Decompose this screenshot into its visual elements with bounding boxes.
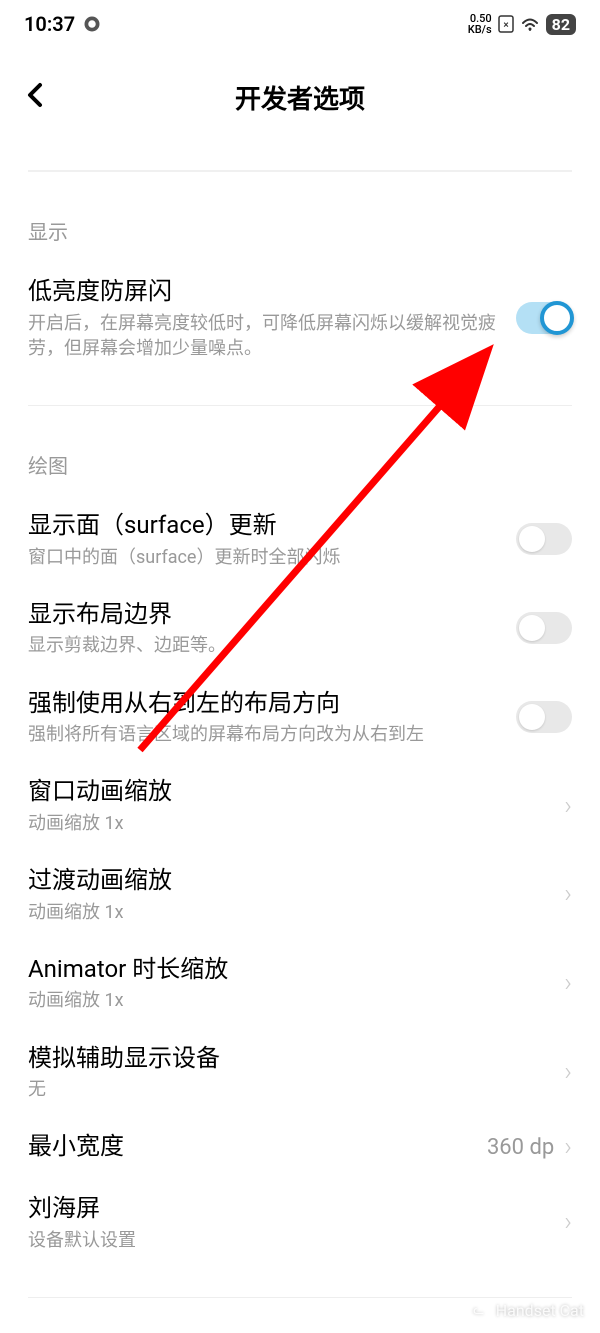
setting-value-group: 360 dp › [487,1132,572,1162]
setting-title: 显示布局边界 [28,598,500,632]
setting-window-animation[interactable]: 窗口动画缩放 动画缩放 1x › [28,761,572,850]
setting-title: 窗口动画缩放 [28,775,548,809]
setting-text: 最小宽度 [28,1130,471,1164]
sim-icon: × [498,15,514,33]
section-display-label: 显示 [28,216,572,245]
status-left: 10:37 [24,12,101,36]
watermark: ᓚ Handset Cat [468,1299,584,1321]
status-time: 10:37 [24,12,75,36]
setting-layout-bounds[interactable]: 显示布局边界 显示剪裁边界、边距等。 [28,584,572,673]
setting-title: 刘海屏 [28,1192,548,1226]
setting-desc: 开启后，在屏幕亮度较低时，可降低屏幕闪烁以缓解视觉疲劳，但屏幕会增加少量噪点。 [28,311,500,361]
setting-title: 低亮度防屏闪 [28,275,500,309]
setting-title: 最小宽度 [28,1130,471,1164]
setting-title: 过渡动画缩放 [28,864,548,898]
svg-text:×: × [503,20,508,31]
network-speed: 0.50 KB/s [468,13,492,35]
setting-title: Animator 时长缩放 [28,953,548,987]
setting-text: 显示布局边界 显示剪裁边界、边距等。 [28,598,500,659]
setting-text: 过渡动画缩放 动画缩放 1x [28,864,548,925]
section-drawing-label: 绘图 [28,450,572,479]
setting-text: 低亮度防屏闪 开启后，在屏幕亮度较低时，可降低屏幕闪烁以缓解视觉疲劳，但屏幕会增… [28,275,500,361]
chevron-right-icon: › [564,968,572,998]
settings-content: 显示 低亮度防屏闪 开启后，在屏幕亮度较低时，可降低屏幕闪烁以缓解视觉疲劳，但屏… [0,170,600,1298]
toggle-knob [519,526,545,552]
setting-title: 模拟辅助显示设备 [28,1042,548,1076]
setting-title: 强制使用从右到左的布局方向 [28,687,500,721]
setting-desc: 动画缩放 1x [28,988,548,1013]
setting-notch[interactable]: 刘海屏 设备默认设置 › [28,1178,572,1267]
min-width-value: 360 dp [487,1135,554,1160]
divider [28,405,572,406]
setting-desc: 窗口中的面（surface）更新时全部闪烁 [28,545,500,570]
chevron-right-icon: › [564,1207,572,1237]
setting-text: 模拟辅助显示设备 无 [28,1042,548,1103]
chevron-right-icon: › [564,1132,572,1162]
battery-indicator: 82 [546,14,576,35]
setting-text: 刘海屏 设备默认设置 [28,1192,548,1253]
page-header: 开发者选项 [0,48,600,148]
status-bar: 10:37 0.50 KB/s × 82 [0,0,600,48]
setting-simulate-display[interactable]: 模拟辅助显示设备 无 › [28,1028,572,1117]
setting-text: 强制使用从右到左的布局方向 强制将所有语言区域的屏幕布局方向改为从右到左 [28,687,500,748]
setting-text: Animator 时长缩放 动画缩放 1x [28,953,548,1014]
chevron-right-icon: › [564,879,572,909]
toggle-layout-bounds[interactable] [516,612,572,644]
back-button[interactable] [24,79,46,117]
setting-text: 显示面（surface）更新 窗口中的面（surface）更新时全部闪烁 [28,509,500,570]
cat-icon: ᓚ [468,1299,490,1321]
setting-desc: 强制将所有语言区域的屏幕布局方向改为从右到左 [28,722,500,747]
setting-text: 窗口动画缩放 动画缩放 1x [28,775,548,836]
setting-title: 显示面（surface）更新 [28,509,500,543]
page-title: 开发者选项 [24,79,576,116]
setting-desc: 无 [28,1077,548,1102]
chevron-right-icon: › [564,791,572,821]
toggle-surface-updates[interactable] [516,523,572,555]
toggle-knob [519,704,545,730]
toggle-knob [540,301,574,335]
setting-desc: 动画缩放 1x [28,811,548,836]
setting-rtl-layout[interactable]: 强制使用从右到左的布局方向 强制将所有语言区域的屏幕布局方向改为从右到左 [28,673,572,762]
setting-transition-animation[interactable]: 过渡动画缩放 动画缩放 1x › [28,850,572,939]
chevron-right-icon: › [564,1057,572,1087]
browser-icon [83,15,101,33]
toggle-knob [519,615,545,641]
setting-desc: 设备默认设置 [28,1228,548,1253]
status-right: 0.50 KB/s × 82 [468,13,576,35]
setting-min-width[interactable]: 最小宽度 360 dp › [28,1116,572,1178]
watermark-text: Handset Cat [496,1301,584,1320]
setting-animator-scale[interactable]: Animator 时长缩放 动画缩放 1x › [28,939,572,1028]
setting-anti-flicker[interactable]: 低亮度防屏闪 开启后，在屏幕亮度较低时，可降低屏幕闪烁以缓解视觉疲劳，但屏幕会增… [28,261,572,375]
setting-surface-updates[interactable]: 显示面（surface）更新 窗口中的面（surface）更新时全部闪烁 [28,495,572,584]
toggle-rtl-layout[interactable] [516,701,572,733]
wifi-icon [520,16,540,32]
toggle-anti-flicker[interactable] [516,302,572,334]
setting-desc: 显示剪裁边界、边距等。 [28,633,500,658]
divider [28,1297,572,1298]
setting-desc: 动画缩放 1x [28,900,548,925]
divider [28,170,572,172]
